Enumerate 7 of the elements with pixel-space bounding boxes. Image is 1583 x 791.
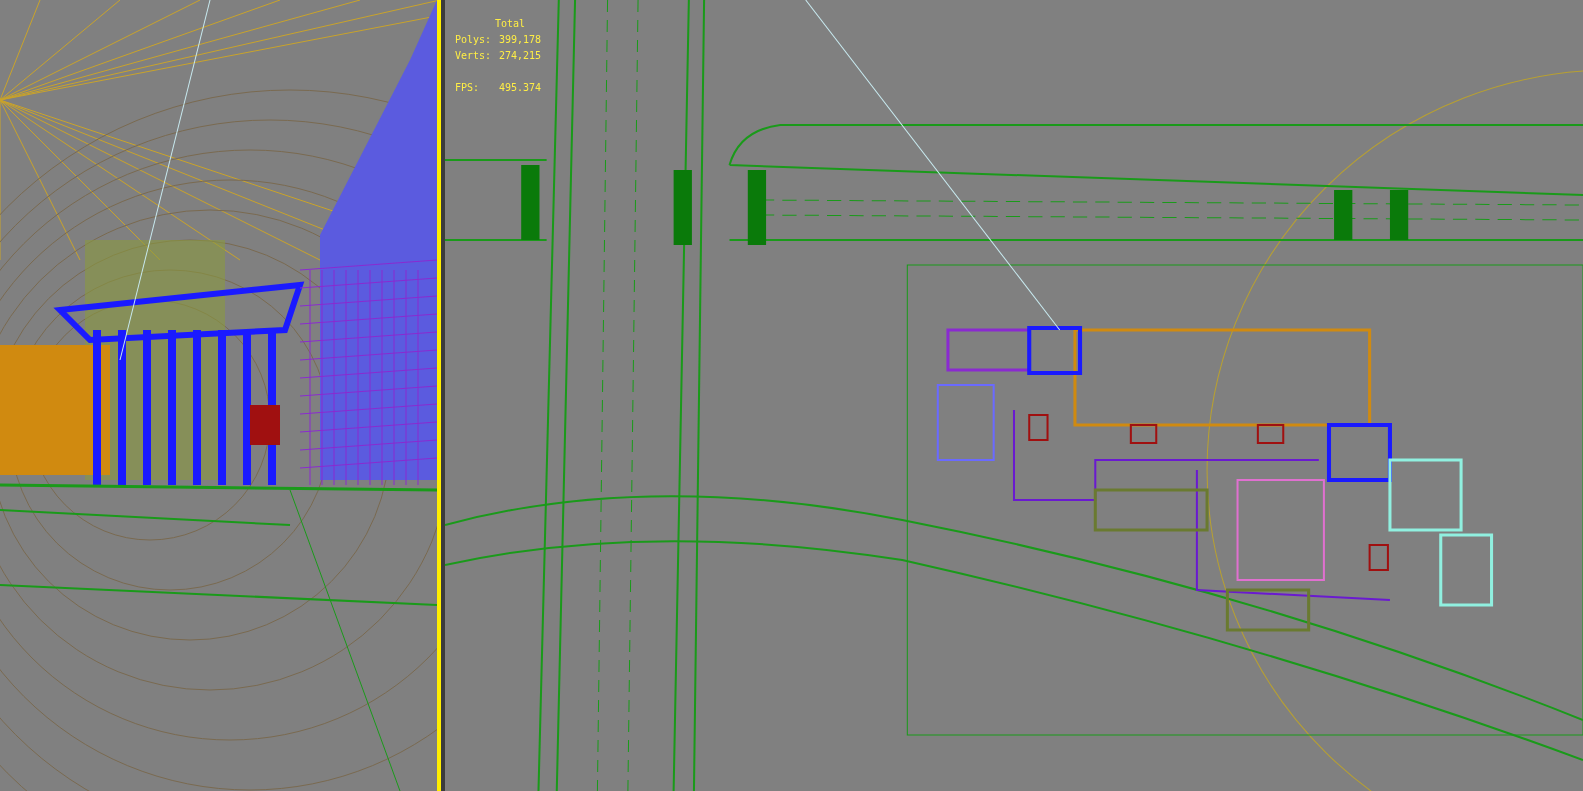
stats-value: 495.374 xyxy=(499,81,542,95)
stats-value: 274,215 xyxy=(499,49,542,63)
stats-heading: Total xyxy=(494,17,527,31)
stats-label: Polys: xyxy=(455,33,493,47)
stats-value: 399,178 xyxy=(499,33,542,47)
stats-label: FPS: xyxy=(455,81,481,95)
stats-label: Verts: xyxy=(455,49,493,63)
